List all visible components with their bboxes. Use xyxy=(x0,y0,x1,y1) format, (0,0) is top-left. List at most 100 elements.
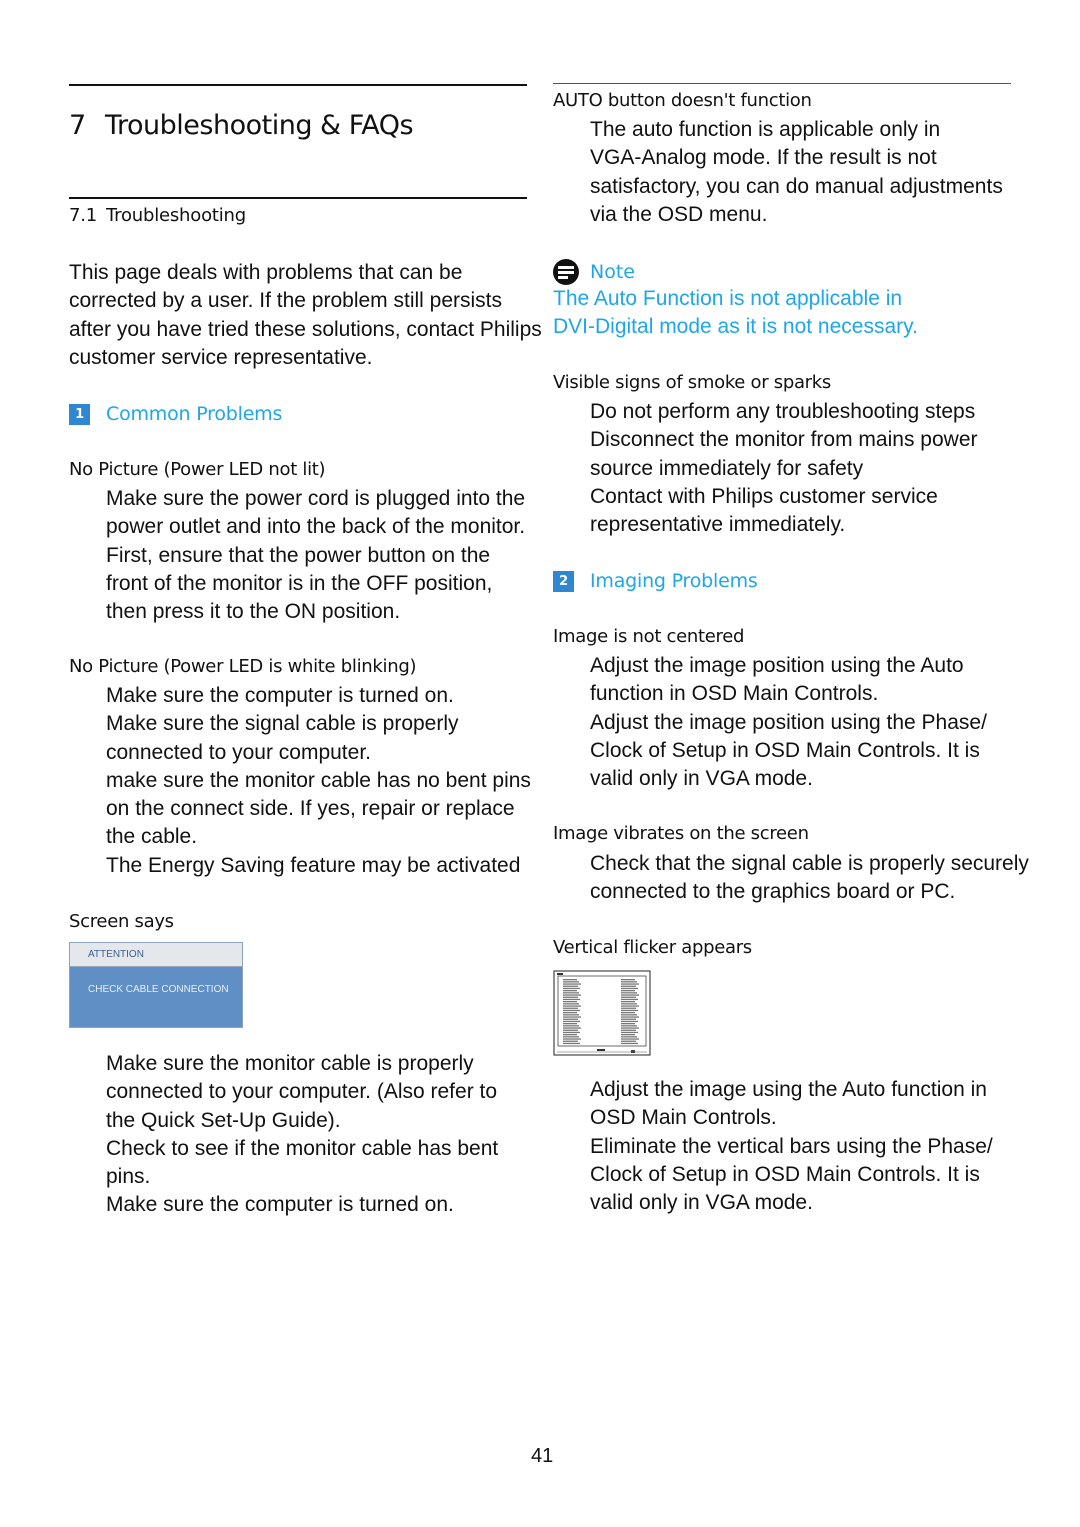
problem-steps: Make sure the monitor cable is properly … xyxy=(69,1050,589,1220)
step-line: the Quick Set-Up Guide). xyxy=(106,1108,341,1132)
chapter-top-rule xyxy=(69,84,527,86)
section-title-text: Troubleshooting xyxy=(106,205,246,226)
flicker-stripe xyxy=(563,1009,580,1012)
flicker-stripe xyxy=(563,1042,580,1045)
step-line: First, ensure that the power button on t… xyxy=(106,543,491,567)
flicker-stripe xyxy=(621,1040,636,1042)
problem-steps: Make sure the power cord is plugged into… xyxy=(69,485,589,626)
step-line: connected to your computer. xyxy=(106,740,371,764)
flicker-stripe xyxy=(563,996,578,998)
flicker-stripe xyxy=(621,1027,639,1029)
flicker-stripe xyxy=(621,994,639,996)
flicker-stripe xyxy=(621,1029,636,1031)
problem-steps: Do not perform any troubleshooting steps… xyxy=(553,398,1073,539)
flicker-stripe xyxy=(563,1025,579,1027)
step-line: Do not perform any troubleshooting steps xyxy=(590,400,976,423)
flicker-stripe xyxy=(563,1034,577,1036)
flicker-stripe xyxy=(563,1016,581,1018)
flicker-stripe xyxy=(621,1005,639,1007)
flicker-stripe xyxy=(621,1018,636,1020)
step-line: Adjust the image position using the Auto xyxy=(590,654,964,677)
step-line: Clock of Setup in OSD Main Controls. It … xyxy=(590,738,980,762)
problem-steps: Adjust the image using the Auto function… xyxy=(553,1076,1073,1217)
step-line: power outlet and into the back of the mo… xyxy=(106,515,526,539)
problem-steps: Make sure the computer is turned on. Mak… xyxy=(69,682,589,880)
flicker-stripe xyxy=(563,1029,578,1031)
flicker-stripe xyxy=(563,1036,579,1038)
flicker-stripe xyxy=(621,1007,636,1009)
step-line: make sure the monitor cable has no bent … xyxy=(106,768,531,792)
flicker-stripe xyxy=(563,1023,577,1025)
category-imaging-problems: 2 Imaging Problems xyxy=(553,570,758,592)
note-heading: Note xyxy=(553,259,635,285)
flicker-stripe xyxy=(563,1005,581,1007)
flicker-stripe xyxy=(621,1003,637,1005)
osd-message: CHECK CABLE CONNECTION xyxy=(70,967,242,1027)
chapter-title-text: Troubleshooting & FAQs xyxy=(105,110,414,141)
chapter-number: 7 xyxy=(69,110,86,141)
intro-paragraph: This page deals with problems that can b… xyxy=(69,259,609,372)
step-line: Make sure the computer is turned on. xyxy=(106,1193,454,1217)
flicker-stripe xyxy=(563,1014,579,1016)
flicker-stripe xyxy=(621,990,635,992)
flicker-stripe xyxy=(563,1040,578,1042)
intro-line: customer service representative. xyxy=(69,345,373,369)
category-title: Common Problems xyxy=(106,403,283,425)
flicker-stripe xyxy=(563,1031,580,1034)
flicker-stripe xyxy=(563,1020,580,1023)
flicker-stripe xyxy=(621,985,636,987)
flicker-stripe xyxy=(621,996,636,998)
flicker-stripe xyxy=(621,1042,638,1045)
flicker-stripe xyxy=(563,992,579,994)
flicker-stripe xyxy=(621,1001,635,1003)
flicker-stripe xyxy=(563,1012,577,1014)
step-line: representative immediately. xyxy=(590,513,846,537)
note-icon xyxy=(553,259,579,285)
note-label: Note xyxy=(590,261,635,283)
step-line: then press it to the ON position. xyxy=(106,600,401,624)
step-line: satisfactory, you can do manual adjustme… xyxy=(590,174,1003,198)
problem-heading: Image is not centered xyxy=(553,626,745,647)
step-line: Adjust the image position using the Phas… xyxy=(590,710,987,734)
vertical-flicker-illustration xyxy=(553,970,651,1056)
problem-steps: The auto function is applicable only in … xyxy=(553,116,1073,229)
step-line: Make sure the power cord is plugged into… xyxy=(106,487,526,510)
note-line: The Auto Function is not applicable in xyxy=(553,287,903,310)
flicker-stripe xyxy=(621,1012,635,1014)
step-line: pins. xyxy=(106,1165,151,1189)
problem-steps: Check that the signal cable is properly … xyxy=(553,850,1080,907)
step-line: Disconnect the monitor from mains power xyxy=(590,428,978,452)
step-line: VGA-Analog mode. If the result is not xyxy=(590,146,937,170)
flicker-stripe xyxy=(621,1023,635,1025)
problem-heading: Screen says xyxy=(69,911,174,932)
category-number-badge: 2 xyxy=(553,570,574,592)
step-line: Adjust the image using the Auto function… xyxy=(590,1078,987,1101)
problem-heading: Visible signs of smoke or sparks xyxy=(553,372,831,393)
step-line: Check to see if the monitor cable has be… xyxy=(106,1136,499,1160)
section-number: 7.1 xyxy=(69,205,98,226)
chapter-title: 7 Troubleshooting & FAQs xyxy=(69,110,414,141)
problem-heading: Vertical flicker appears xyxy=(553,937,752,958)
flicker-stripe xyxy=(563,983,581,985)
flicker-stripe xyxy=(621,1038,639,1040)
flicker-stripe xyxy=(621,979,635,981)
flicker-stripe xyxy=(563,1018,578,1020)
step-line: the cable. xyxy=(106,825,198,849)
flicker-stripe xyxy=(621,987,638,990)
flicker-stripe xyxy=(563,990,577,992)
flicker-stripe xyxy=(621,1016,639,1018)
osd-message-illustration: ATTENTION CHECK CABLE CONNECTION xyxy=(69,942,243,1028)
osd-header: ATTENTION xyxy=(70,943,242,967)
step-line: on the connect side. If yes, repair or r… xyxy=(106,797,515,821)
right-column-top-rule xyxy=(553,83,1011,84)
note-text: The Auto Function is not applicable in D… xyxy=(553,285,1073,342)
step-line: valid only in VGA mode. xyxy=(590,1191,813,1215)
flicker-stripe xyxy=(563,994,581,996)
flicker-stripe xyxy=(563,998,580,1001)
flicker-stripe xyxy=(621,1036,637,1038)
flicker-stripe xyxy=(563,1007,578,1009)
step-line: OSD Main Controls. xyxy=(590,1106,777,1130)
step-line: Make sure the monitor cable is properly xyxy=(106,1052,474,1075)
category-number-badge: 1 xyxy=(69,403,90,425)
section-top-rule xyxy=(69,197,527,199)
